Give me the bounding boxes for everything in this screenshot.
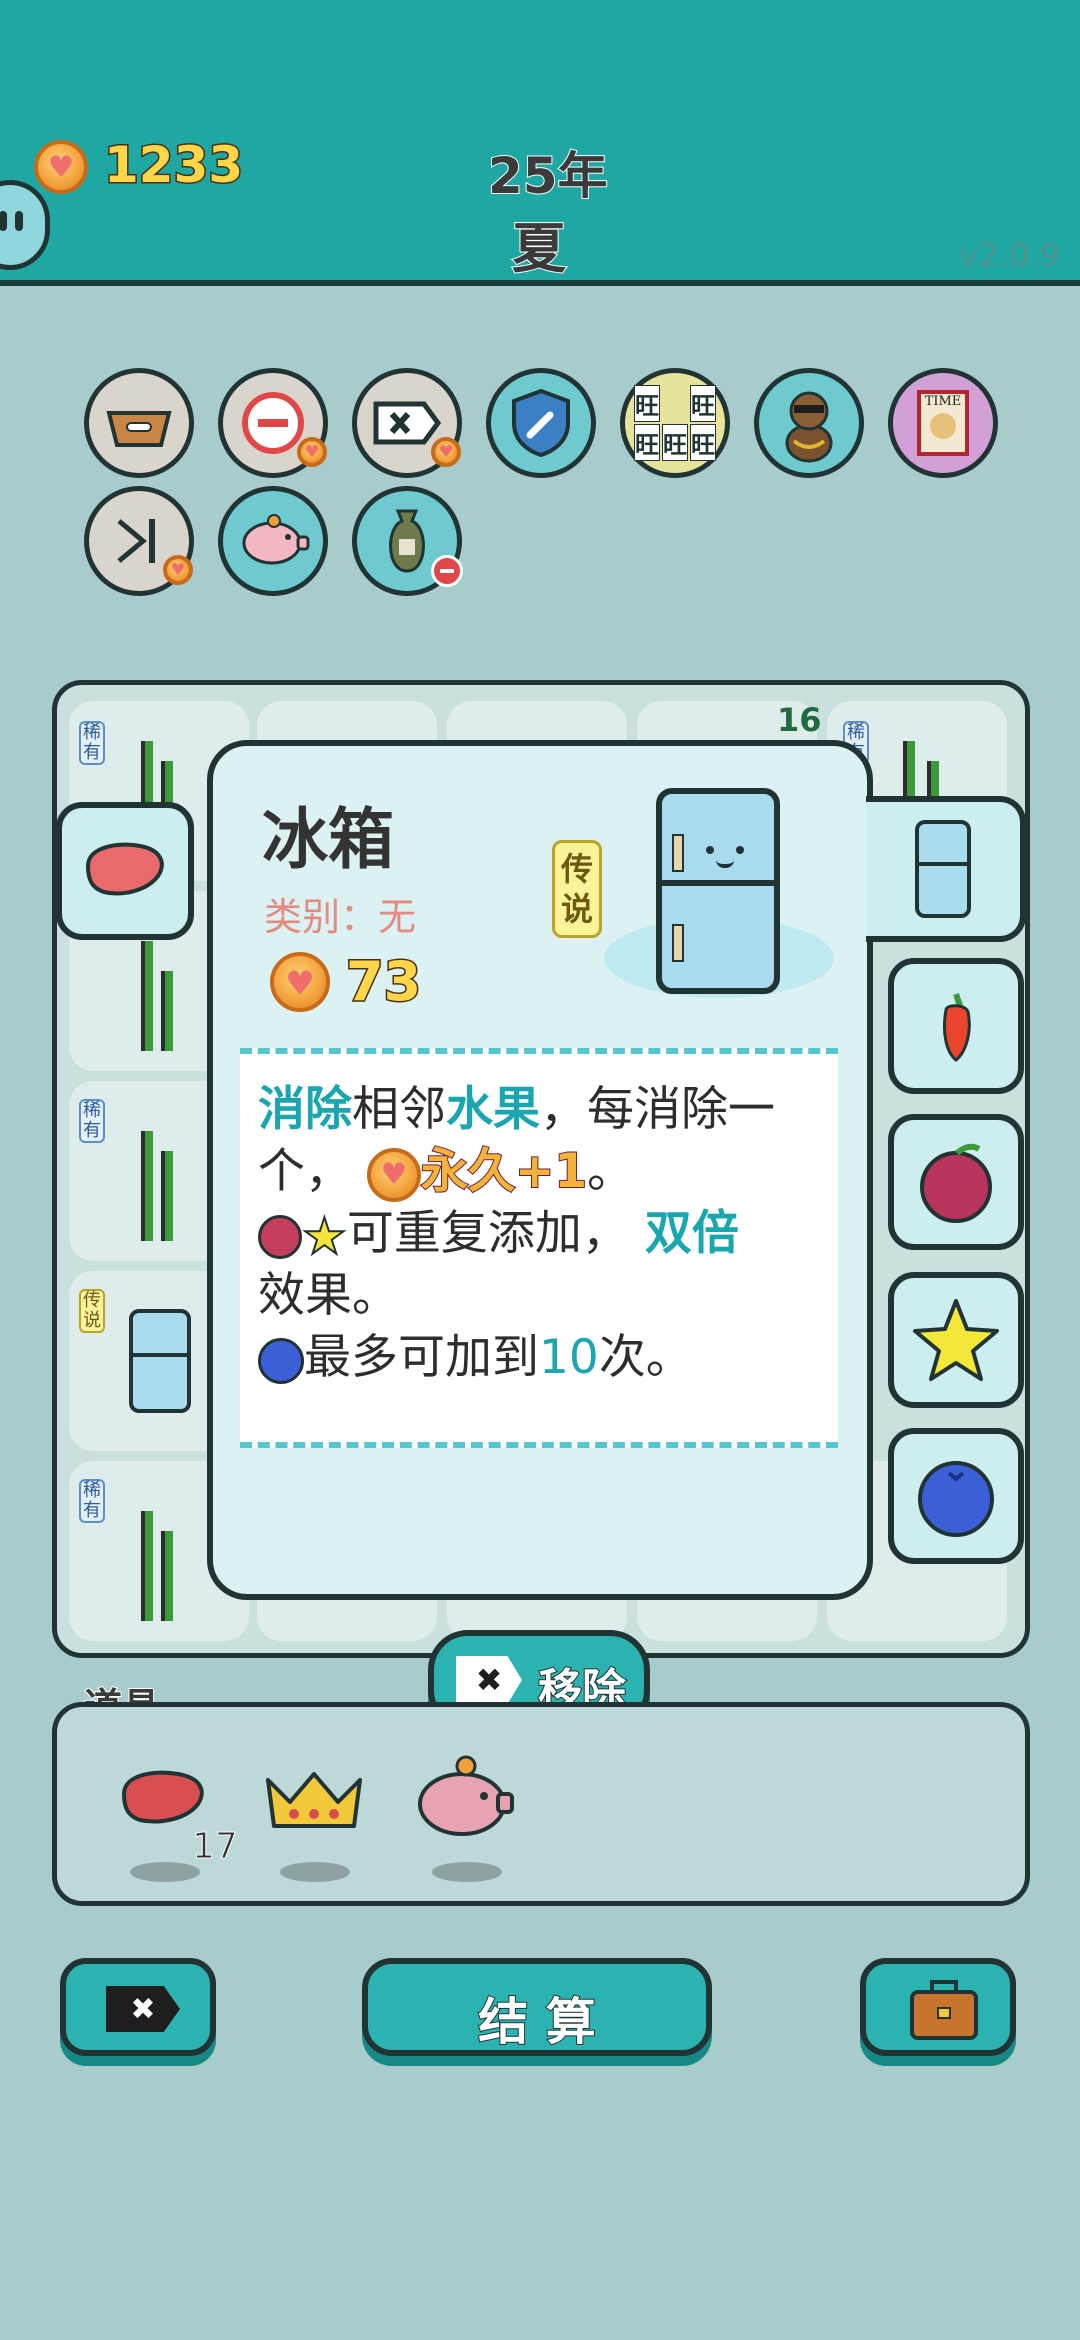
wrench-shield-icon [512,388,570,458]
coin-count: 1233 [102,135,244,196]
discard-x-icon: ✖ [106,1986,180,2032]
crown-icon [266,1772,362,1828]
badge-remove[interactable]: ♥ [352,368,462,478]
adjacent-card-chili[interactable] [888,958,1024,1094]
liver-icon [85,842,164,896]
badge-wang[interactable]: 旺 旺 旺 旺 旺 [620,368,730,478]
version-label: v2.0.9 [959,236,1060,274]
rarity-tag: 稀有 [79,1479,105,1523]
briefcase-icon [910,1980,978,2040]
settle-button-label: 结 算 [477,1992,596,2052]
settle-button[interactable]: 结 算 [362,1958,712,2056]
lychee-icon [920,1143,992,1223]
badge-minus[interactable]: ♥ [218,368,328,478]
item-category: 类别：无 [264,895,417,939]
season-label: 夏 [511,216,567,281]
avatar-button[interactable] [0,180,50,270]
coin-icon: ♥ [297,437,327,467]
year-label: 25年 [487,146,609,206]
pet-food-bowl-icon [106,411,172,447]
coin-icon: ♥ [270,952,330,1012]
dog-with-sunglasses-icon [785,391,833,463]
minus-badge-icon [431,555,463,587]
blueberry-icon [258,1337,304,1384]
badge-time-magazine[interactable]: TIME [888,368,998,478]
badge-sack[interactable] [352,486,463,596]
badge-dog[interactable] [754,368,864,478]
coin-icon: ♥ [163,555,193,585]
piggy-bank-icon [418,1755,514,1836]
adjacent-card-lychee[interactable] [888,1114,1024,1250]
liver-icon [121,1770,204,1824]
item-liver-count: 17 [192,1826,239,1868]
fridge-icon [656,788,780,994]
selected-liver-card[interactable] [56,802,194,940]
item-crown[interactable] [262,1768,366,1882]
remove-tag-icon [373,401,442,445]
item-counter: 16 [777,701,822,739]
chili-pepper-icon [942,993,971,1062]
item-piggy-bank[interactable] [410,1752,518,1882]
rarity-tag: 传说 [79,1289,105,1333]
lychee-icon [258,1214,302,1259]
remove-x-icon: ✖ [456,1656,522,1704]
item-title: 冰箱 [262,801,394,878]
rarity-badge: 传说 [552,840,602,938]
star-icon [913,1299,999,1381]
badge-pet-food[interactable] [84,368,194,478]
wang-tiles-icon: 旺 旺 旺 旺 旺 [634,385,716,461]
badge-piggy[interactable] [218,486,328,596]
time-magazine-icon: TIME [917,390,969,456]
blueberry-icon [918,1461,994,1537]
item-value: 73 [344,949,422,1015]
adjacent-card-blueberry[interactable] [888,1428,1024,1564]
badge-skip[interactable]: ♥ [84,486,194,596]
fridge-icon [915,820,971,918]
fridge-icon [129,1309,191,1413]
inventory-button[interactable] [860,1958,1016,2056]
skip-icon [117,519,155,563]
top-bar: ♥ 1233 25年 夏 v2.0.9 [0,0,1080,286]
badge-shield[interactable] [486,368,596,478]
discard-button[interactable]: ✖ [60,1958,216,2056]
item-description: 消除相邻水果，每消除一 个， ♥ 永久+1。 ★可重复添加， 双倍 效果。 最多可加… [240,1048,838,1448]
coin-icon: ♥ [431,437,461,467]
piggy-bank-icon [242,514,310,565]
sack-icon [389,509,425,573]
adjacent-card-fridge[interactable] [866,796,1026,942]
rarity-tag: 稀有 [79,1099,105,1143]
rarity-tag: 稀有 [79,721,105,765]
coin-icon: ♥ [34,140,88,194]
adjacent-card-star[interactable] [888,1272,1024,1408]
